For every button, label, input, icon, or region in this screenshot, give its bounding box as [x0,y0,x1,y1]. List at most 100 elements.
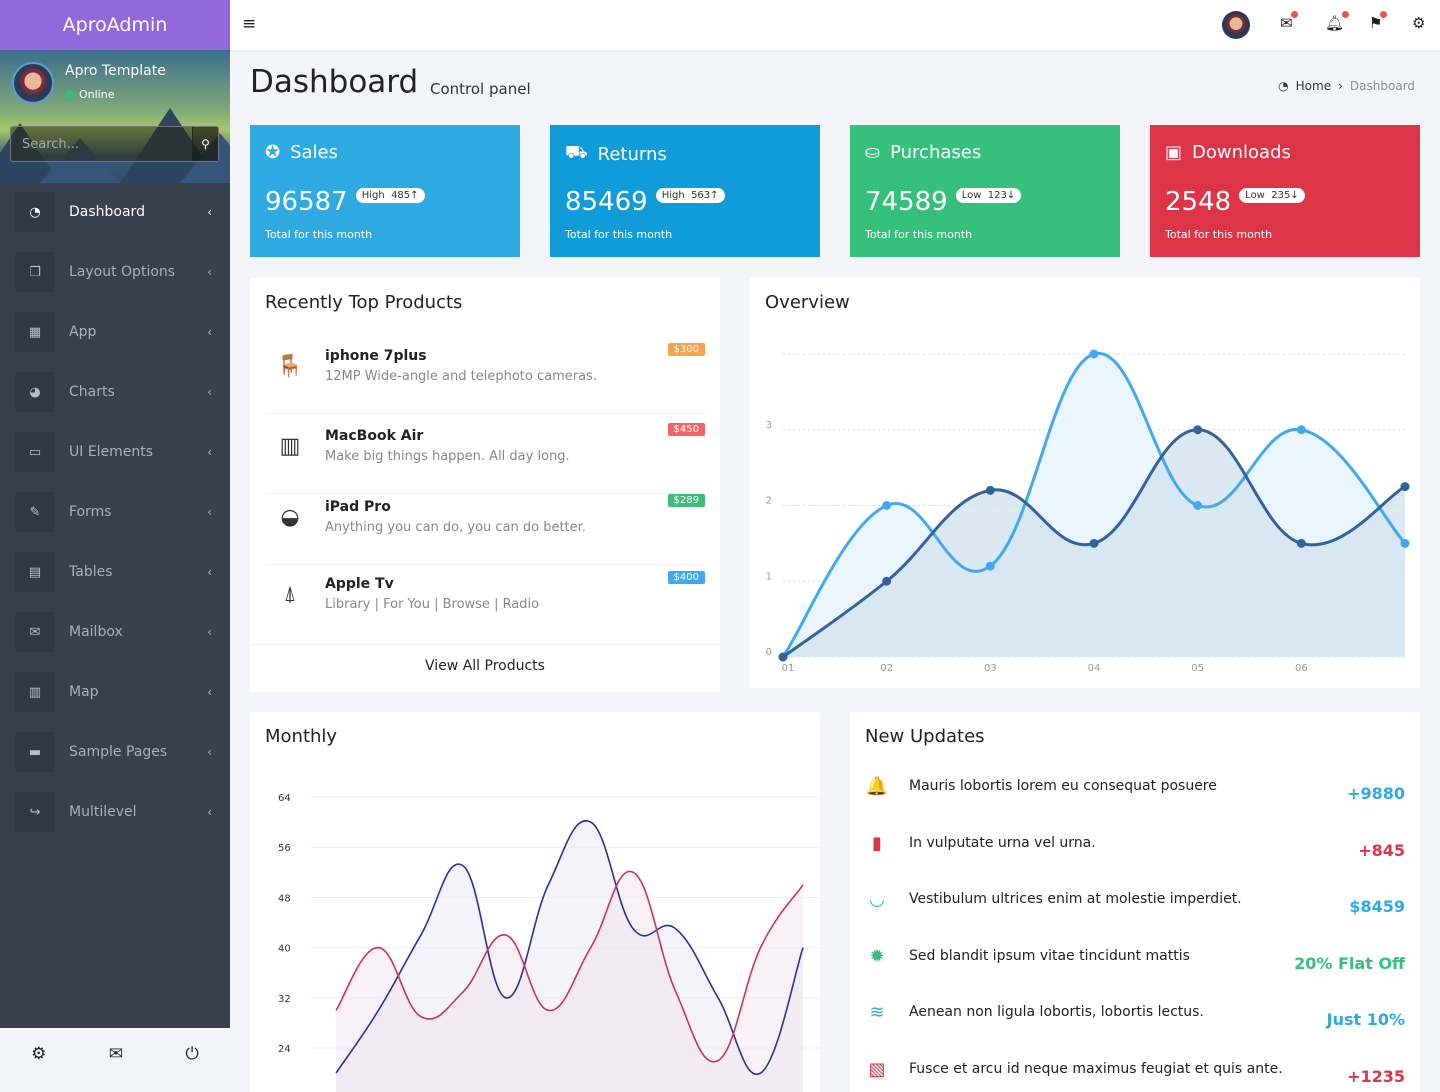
search-input[interactable] [11,127,192,161]
star-circle-icon: ✪ [265,142,281,163]
power-icon[interactable]: ⏻ [185,1044,198,1064]
flag-icon[interactable]: ⚑ [1369,11,1388,32]
y-tick-label: 3 [766,420,772,431]
new-updates-card: New Updates 🔔 Mauris lobortis lorem eu co… [850,712,1420,1092]
sidebar-item-forms[interactable]: ✎ Forms ‹ [0,482,230,542]
product-name[interactable]: iphone 7plus [325,348,427,364]
share-icon: ↪ [15,792,55,832]
sidebar-item-label: App [69,324,97,340]
sidebar-item-map[interactable]: ▥ Map ‹ [0,662,230,722]
product-image: ⍋ [283,582,297,607]
data-point [1193,425,1203,435]
envelope-icon: ✉ [15,612,55,652]
chevron-left-icon: ‹ [207,685,212,699]
bowl-icon: ◡ [869,889,885,911]
product-item[interactable]: 🪑 iphone 7plus 12MP Wide-angle and telepho… [265,342,705,414]
product-item[interactable]: ⍋ Apple Tv Library | For You | Browse | Ra… [265,570,705,642]
overview-card: Overview 0 1 2 3 01 02 03 04 05 06 [750,278,1420,688]
search-button[interactable]: ⚲ [192,127,218,161]
data-point [985,485,995,495]
product-name[interactable]: MacBook Air [325,428,423,444]
user-avatar[interactable] [12,62,54,104]
top-products-card: Recently Top Products 🪑 iphone 7plus 12MP … [250,278,720,692]
update-text: In vulputate urna vel urna. [909,834,1096,851]
sidebar-item-label: UI Elements [69,444,154,460]
stat-box-returns: ⛟ Returns 85469 High 563↑ Total for this m… [550,125,820,257]
update-item[interactable]: ✹ Sed blandit ipsum vitae tincidunt matti… [865,946,1405,1002]
x-tick-label: 03 [984,663,997,674]
data-point [1089,349,1099,359]
update-text: Aenean non ligula lobortis, lobortis lec… [909,1004,1204,1021]
sidebar-item-app[interactable]: ▦ App ‹ [0,302,230,362]
update-value: Just 10% [1326,1010,1405,1030]
chevron-left-icon: ‹ [207,505,212,519]
pie-chart-icon: ◕ [15,372,55,412]
y-tick-label: 48 [278,893,291,904]
chevron-left-icon: ‹ [207,805,212,819]
dashboard-icon: ◔ [15,192,55,232]
header-avatar[interactable] [1222,11,1250,39]
stat-caption: Total for this month [265,228,373,241]
bookmark-book-icon: ▮ [872,832,882,854]
sidebar-item-label: Tables [69,564,113,580]
chevron-left-icon: ‹ [207,625,212,639]
y-tick-label: 32 [278,994,291,1005]
sidebar-item-dashboard[interactable]: ◔ Dashboard ‹ [0,182,230,242]
stat-badge: Low 235↓ [1239,188,1305,203]
update-item[interactable]: ▧ Fusce et arcu id neque maximus feugiat … [865,1059,1405,1092]
stat-box-downloads: ▣ Downloads 2548 Low 235↓ Total for this m… [1150,125,1420,257]
update-item[interactable]: ▮ In vulputate urna vel urna. +845 [865,833,1405,889]
overview-chart: 012301 02 03 04 05 06 [766,349,1410,674]
envelope-icon[interactable]: ✉ [109,1044,123,1064]
data-point [778,652,788,662]
product-item[interactable]: ▥ MacBook Air Make big things happen. All … [265,422,705,494]
arrow-up-icon: ↑ [710,190,719,201]
basket-icon: ⛀ [865,142,881,163]
x-tick-label: 06 [1295,663,1308,674]
stat-caption: Total for this month [565,228,673,241]
x-tick-label: 04 [1088,663,1101,674]
data-point [1296,425,1306,435]
stat-badge: High 485↑ [355,188,425,203]
stat-box-sales: ✪ Sales 96587 High 485↑ Total for this mon… [250,125,520,257]
laptop-icon: ▭ [15,432,55,472]
sidebar-item-ui-elements[interactable]: ▭ UI Elements ‹ [0,422,230,482]
sidebar-item-charts[interactable]: ◕ Charts ‹ [0,362,230,422]
update-item[interactable]: ◡ Vestibulum ultrices enim at molestie im… [865,889,1405,945]
user-name: Apro Template [65,63,166,79]
y-tick-label: 0 [766,647,772,658]
product-image: ◒ [280,505,300,530]
bell-icon[interactable]: 🔔︎ [1325,11,1350,32]
menu-toggle-icon[interactable]: ≡ [242,14,256,34]
update-item[interactable]: ≋ Aenean non ligula lobortis, lobortis le… [865,1002,1405,1058]
product-name[interactable]: Apple Tv [325,576,394,592]
sidebar-item-sample-pages[interactable]: ▬ Sample Pages ‹ [0,722,230,782]
grid-icon: ▦ [15,312,55,352]
breadcrumb-separator: › [1338,79,1343,93]
stat-value: 85469 [565,187,648,217]
update-item[interactable]: 🔔 Mauris lobortis lorem eu consequat posu… [865,776,1405,832]
app-logo[interactable]: AproAdmin [0,0,230,50]
mail-icon[interactable]: ✉ [1280,11,1298,32]
settings-icon[interactable]: ⚙ [31,1044,46,1064]
price-badge: $450 [667,423,705,436]
data-point [1193,501,1203,510]
layers-icon: ≋ [869,1002,885,1024]
search-icon: ⚲ [201,137,210,151]
product-name[interactable]: iPad Pro [325,499,391,515]
data-point [882,501,892,510]
y-tick-label: 2 [766,496,772,507]
sidebar-item-mailbox[interactable]: ✉ Mailbox ‹ [0,602,230,662]
product-item[interactable]: ◒ iPad Pro Anything you can do, you can do… [265,493,705,565]
notification-dot [1290,11,1298,18]
breadcrumb-home[interactable]: Home [1296,79,1331,93]
view-all-products-button[interactable]: View All Products [250,644,720,674]
gear-icon[interactable]: ⚙ [1412,14,1425,32]
update-text: Fusce et arcu id neque maximus feugiat e… [909,1061,1283,1077]
folder-icon: ▬ [15,732,55,772]
sidebar-item-layout-options[interactable]: ❐ Layout Options ‹ [0,242,230,302]
sidebar-item-tables[interactable]: ▤ Tables ‹ [0,542,230,602]
sidebar-item-multilevel[interactable]: ↪ Multilevel ‹ [0,782,230,842]
sidebar-item-label: Map [69,684,99,700]
page-title: Dashboard [250,64,419,100]
